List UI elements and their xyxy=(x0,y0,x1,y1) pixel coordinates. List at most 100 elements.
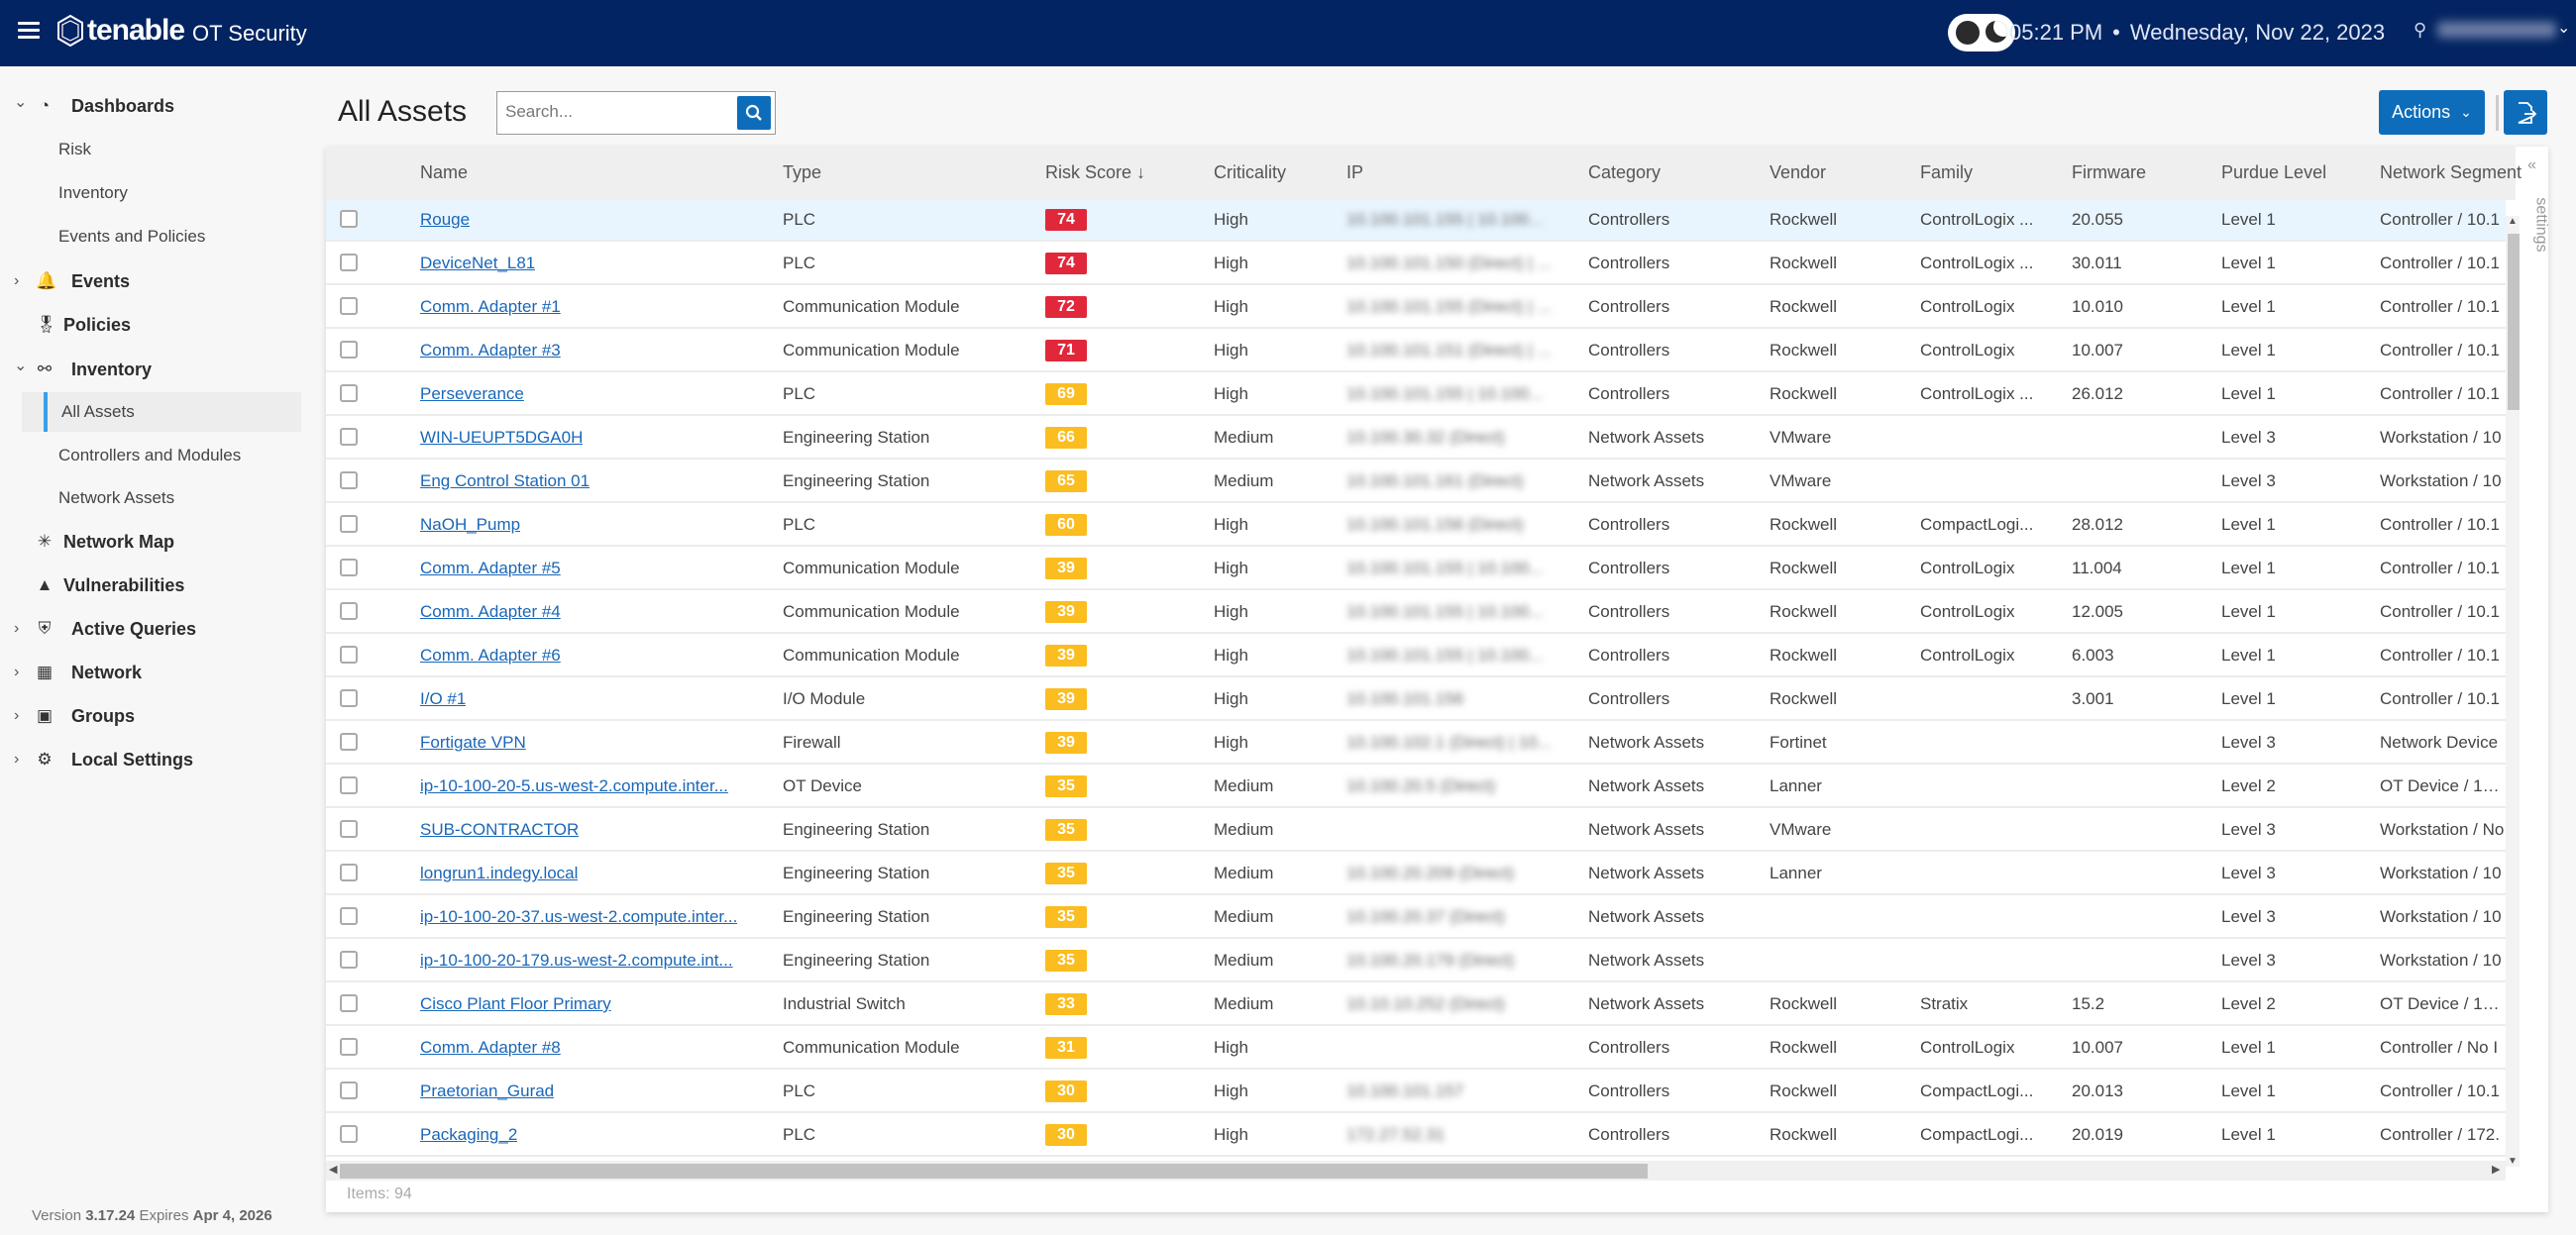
chevron-right-icon[interactable]: › xyxy=(14,751,19,769)
sidebar-item-controllers-and-modules[interactable]: Controllers and Modules xyxy=(0,436,303,475)
table-row[interactable]: Fortigate VPN Firewall 39 High 10.100.102.1 … xyxy=(326,721,2506,765)
asset-name-link[interactable]: Cisco Plant Floor Primary xyxy=(420,994,611,1014)
row-checkbox[interactable] xyxy=(340,689,358,707)
asset-name-link[interactable]: Comm. Adapter #4 xyxy=(420,602,561,622)
sidebar-item-dashboards[interactable]: ⌄ ◔ Dashboards xyxy=(0,86,303,126)
chevron-right-icon[interactable]: › xyxy=(14,272,19,290)
asset-name-link[interactable]: DeviceNet_L81 xyxy=(420,254,535,273)
sidebar-item-groups[interactable]: › ▣ Groups xyxy=(0,696,303,736)
user-icon[interactable]: ⚲ xyxy=(2414,20,2426,41)
theme-toggle[interactable] xyxy=(1948,14,2015,51)
sidebar-item-all-assets[interactable]: All Assets xyxy=(22,392,301,432)
asset-name-link[interactable]: ip-10-100-20-179.us-west-2.compute.int..… xyxy=(420,951,733,971)
row-checkbox[interactable] xyxy=(340,820,358,838)
chevron-down-icon[interactable]: ⌄ xyxy=(14,356,27,375)
asset-name-link[interactable]: I/O #1 xyxy=(420,689,466,709)
chevron-down-icon[interactable]: ⌄ xyxy=(14,92,27,112)
sidebar-item-inventory[interactable]: Inventory xyxy=(0,173,303,213)
row-checkbox[interactable] xyxy=(340,515,358,533)
column-header-purdue-level[interactable]: Purdue Level xyxy=(2221,162,2326,183)
table-row[interactable]: I/O #1 I/O Module 39 High 10.100.101.156 Cont… xyxy=(326,677,2506,721)
asset-name-link[interactable]: SUB-CONTRACTOR xyxy=(420,820,579,840)
row-checkbox[interactable] xyxy=(340,1038,358,1056)
table-row[interactable]: WIN-UEUPT5DGA0H Engineering Station 66 Medi… xyxy=(326,416,2506,460)
table-row[interactable]: Packaging_2 PLC 30 High 172.27.52.31 Controll… xyxy=(326,1113,2506,1157)
table-row[interactable]: DeviceNet_L81 PLC 74 High 10.100.101.150 (Di… xyxy=(326,242,2506,285)
table-row[interactable]: Comm. Adapter #5 Communication Module 39 Hi… xyxy=(326,547,2506,590)
asset-name-link[interactable]: Comm. Adapter #8 xyxy=(420,1038,561,1058)
asset-name-link[interactable]: Packaging_2 xyxy=(420,1125,517,1145)
table-row[interactable]: Comm. Adapter #4 Communication Module 39 Hi… xyxy=(326,590,2506,634)
row-checkbox[interactable] xyxy=(340,1125,358,1143)
row-checkbox[interactable] xyxy=(340,907,358,925)
column-header-firmware[interactable]: Firmware xyxy=(2072,162,2146,183)
table-row[interactable]: SUB-CONTRACTOR Engineering Station 35 Mediu… xyxy=(326,808,2506,852)
user-name-redacted[interactable] xyxy=(2437,22,2556,38)
scroll-left-icon[interactable]: ◀ xyxy=(329,1163,337,1176)
table-row[interactable]: Comm. Adapter #3 Communication Module 71 Hi… xyxy=(326,329,2506,372)
table-row[interactable]: NaOH_Pump PLC 60 High 10.100.101.156 (Direct… xyxy=(326,503,2506,547)
row-checkbox[interactable] xyxy=(340,733,358,751)
column-header-category[interactable]: Category xyxy=(1588,162,1661,183)
row-checkbox[interactable] xyxy=(340,602,358,620)
row-checkbox[interactable] xyxy=(340,341,358,359)
search-field[interactable] xyxy=(496,91,776,135)
sidebar-item-inventory[interactable]: ⌄ ⚯ Inventory xyxy=(0,350,303,389)
sidebar-item-network[interactable]: › ▦ Network xyxy=(0,653,303,692)
row-checkbox[interactable] xyxy=(340,471,358,489)
table-row[interactable]: Perseverance PLC 69 High 10.100.101.155 | 10… xyxy=(326,372,2506,416)
row-checkbox[interactable] xyxy=(340,994,358,1012)
asset-name-link[interactable]: ip-10-100-20-37.us-west-2.compute.inter.… xyxy=(420,907,737,927)
asset-name-link[interactable]: ip-10-100-20-5.us-west-2.compute.inter..… xyxy=(420,776,728,796)
asset-name-link[interactable]: Perseverance xyxy=(420,384,524,404)
table-row[interactable]: Comm. Adapter #6 Communication Module 39 Hi… xyxy=(326,634,2506,677)
column-header-type[interactable]: Type xyxy=(783,162,821,183)
asset-name-link[interactable]: Comm. Adapter #6 xyxy=(420,646,561,666)
column-header-ip[interactable]: IP xyxy=(1346,162,1363,183)
table-row[interactable]: ip-10-100-20-37.us-west-2.compute.inter.… xyxy=(326,895,2506,939)
row-checkbox[interactable] xyxy=(340,1081,358,1099)
asset-name-link[interactable]: Eng Control Station 01 xyxy=(420,471,590,491)
actions-button[interactable]: Actions ⌄ xyxy=(2379,90,2485,135)
table-row[interactable]: longrun1.indegy.local Engineering Station… xyxy=(326,852,2506,895)
asset-name-link[interactable]: WIN-UEUPT5DGA0H xyxy=(420,428,583,448)
table-row[interactable]: Comm. Adapter #1 Communication Module 72 Hi… xyxy=(326,285,2506,329)
asset-name-link[interactable]: Comm. Adapter #3 xyxy=(420,341,561,360)
column-settings-tab[interactable]: « settings xyxy=(2523,156,2550,305)
asset-name-link[interactable]: Praetorian_Gurad xyxy=(420,1081,554,1101)
row-checkbox[interactable] xyxy=(340,254,358,271)
table-row[interactable]: Cisco Plant Floor Primary Industrial Swit… xyxy=(326,982,2506,1026)
asset-name-link[interactable]: Rouge xyxy=(420,210,470,230)
sidebar-item-active-queries[interactable]: › ⛨ Active Queries xyxy=(0,609,303,649)
scroll-down-icon[interactable]: ▼ xyxy=(2508,1156,2518,1167)
chevron-right-icon[interactable]: › xyxy=(14,707,19,725)
tenable-logo[interactable]: tenable OT Security xyxy=(55,14,307,48)
horizontal-scrollbar[interactable]: ◀ ▶ xyxy=(326,1161,2506,1181)
sidebar-item-risk[interactable]: Risk xyxy=(0,130,303,169)
sidebar-item-events-and-policies[interactable]: Events and Policies xyxy=(0,217,303,257)
column-header-risk-score[interactable]: Risk Score ↓ xyxy=(1045,162,1145,183)
table-row[interactable]: ip-10-100-20-179.us-west-2.compute.int..… xyxy=(326,939,2506,982)
row-checkbox[interactable] xyxy=(340,864,358,881)
sidebar-item-policies[interactable]: 🎖 Policies xyxy=(0,305,303,345)
row-checkbox[interactable] xyxy=(340,559,358,576)
sidebar-item-network-map[interactable]: ✳ Network Map xyxy=(0,522,303,562)
hamburger-menu-icon[interactable] xyxy=(18,22,40,40)
search-button[interactable] xyxy=(737,96,771,130)
table-row[interactable]: Praetorian_Gurad PLC 30 High 10.100.101.157 C… xyxy=(326,1070,2506,1113)
table-row[interactable]: ip-10-100-20-5.us-west-2.compute.inter..… xyxy=(326,765,2506,808)
asset-name-link[interactable]: Fortigate VPN xyxy=(420,733,526,753)
asset-name-link[interactable]: Comm. Adapter #1 xyxy=(420,297,561,317)
sidebar-item-local-settings[interactable]: › ⚙ Local Settings xyxy=(0,740,303,779)
chevron-right-icon[interactable]: › xyxy=(14,664,19,681)
horizontal-scroll-thumb[interactable] xyxy=(340,1164,1648,1179)
search-input[interactable] xyxy=(505,92,733,132)
column-header-name[interactable]: Name xyxy=(420,162,468,183)
row-checkbox[interactable] xyxy=(340,210,358,228)
row-checkbox[interactable] xyxy=(340,384,358,402)
column-header-family[interactable]: Family xyxy=(1920,162,1973,183)
vertical-scroll-thumb[interactable] xyxy=(2508,234,2520,410)
row-checkbox[interactable] xyxy=(340,951,358,969)
sidebar-item-network-assets[interactable]: Network Assets xyxy=(0,478,303,518)
table-row[interactable]: Rouge PLC 74 High 10.100.101.155 | 10.100...… xyxy=(326,200,2506,242)
